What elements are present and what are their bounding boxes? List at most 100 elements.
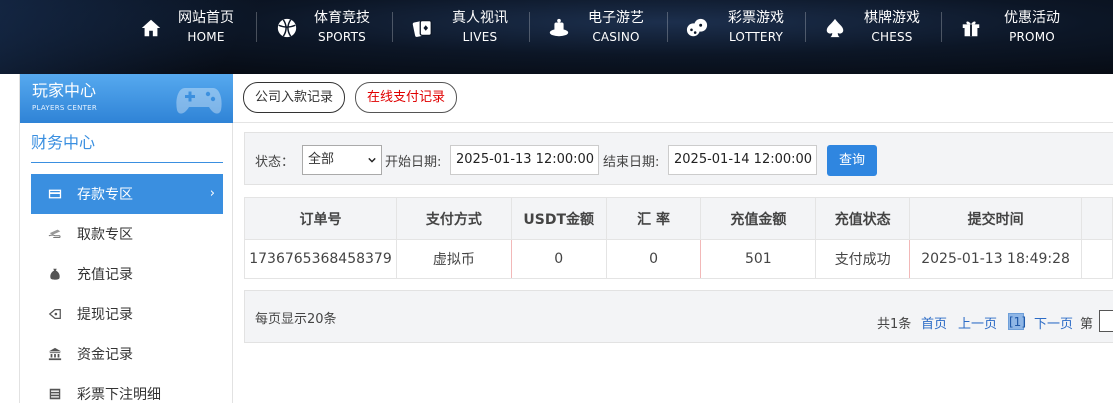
current-page[interactable]: [1] bbox=[1008, 313, 1026, 330]
home-icon bbox=[138, 15, 164, 41]
cash-icon bbox=[47, 226, 63, 242]
sidebar-item-label: 资金记录 bbox=[77, 347, 133, 363]
submit-time-cell: 2025-01-13 18:49:28 bbox=[909, 239, 1083, 279]
sidebar-subtitle: PLAYERS CENTER bbox=[32, 104, 98, 112]
gamepad-icon bbox=[176, 88, 222, 114]
nav-lives-sublabel: LIVES bbox=[462, 30, 498, 44]
gift-icon bbox=[958, 15, 984, 41]
recharge-amount-cell: 501 bbox=[700, 239, 817, 279]
nav-item-lives[interactable]: 真人视讯 LIVES bbox=[410, 8, 508, 48]
extra-cell bbox=[1081, 239, 1113, 279]
order-no-cell: 1736765368458379 bbox=[244, 239, 397, 279]
sidebar-item-recharge-records[interactable]: 充值记录 bbox=[31, 254, 223, 294]
player-center-sidebar: 玩家中心 PLAYERS CENTER 财务中心 存款专区 › 取款专区 充值记… bbox=[19, 74, 233, 403]
sidebar-item-label: 取款专区 bbox=[77, 227, 133, 243]
sidebar-item-label: 存款专区 bbox=[77, 187, 133, 203]
column-header-exchange-rate: 汇 率 bbox=[605, 197, 702, 240]
sidebar-item-fund-records[interactable]: 资金记录 bbox=[31, 334, 223, 374]
finance-center-heading: 财务中心 bbox=[31, 131, 223, 163]
total-count: 共1条 bbox=[877, 317, 912, 332]
nav-home-label: 网站首页 bbox=[178, 10, 234, 26]
nav-item-promo[interactable]: 优惠活动 PROMO bbox=[958, 8, 1060, 48]
pagination-bar: 每页显示20条 共1条 首页 上一页 [1] 下一页 第 bbox=[244, 290, 1113, 343]
nav-casino-sublabel: CASINO bbox=[592, 30, 640, 44]
sidebar-item-label: 充值记录 bbox=[77, 267, 133, 283]
sidebar-item-label: 彩票下注明细 bbox=[77, 387, 161, 403]
page-jump-label: 第 bbox=[1080, 317, 1094, 332]
usdt-amount-cell: 0 bbox=[510, 239, 607, 279]
nav-item-chess[interactable]: 棋牌游戏 CHESS bbox=[822, 8, 920, 48]
nav-chess-label: 棋牌游戏 bbox=[864, 10, 920, 26]
status-label: 状态： bbox=[255, 155, 295, 170]
next-page-link[interactable]: 下一页 bbox=[1034, 313, 1073, 332]
list-icon bbox=[47, 386, 63, 402]
nav-chess-sublabel: CHESS bbox=[871, 30, 913, 44]
search-button[interactable]: 查询 bbox=[827, 145, 877, 176]
nav-item-lottery[interactable]: 彩票游戏 LOTTERY bbox=[684, 8, 784, 48]
nav-home-sublabel: HOME bbox=[187, 30, 225, 44]
nav-item-sports[interactable]: 体育竞技 SPORTS bbox=[274, 8, 370, 48]
prev-page-link[interactable]: 上一页 bbox=[958, 313, 997, 332]
nav-sports-sublabel: SPORTS bbox=[318, 30, 366, 44]
sidebar-item-withdraw[interactable]: 取款专区 bbox=[31, 214, 223, 254]
column-header-recharge-status: 充值状态 bbox=[815, 197, 911, 240]
column-header-submit-time: 提交时间 bbox=[909, 197, 1083, 240]
column-header-order-no: 订单号 bbox=[244, 197, 397, 240]
dice-icon bbox=[684, 15, 710, 41]
nav-promo-sublabel: PROMO bbox=[1009, 30, 1055, 44]
nav-promo-label: 优惠活动 bbox=[1004, 10, 1060, 26]
table-row: 1736765368458379 虚拟币 0 0 501 支付成功 2025-0… bbox=[244, 239, 1113, 279]
chevron-down-icon bbox=[368, 157, 376, 163]
cards-icon bbox=[410, 15, 436, 41]
column-header-recharge-amount: 充值金额 bbox=[700, 197, 817, 240]
bank-icon bbox=[47, 346, 63, 362]
withdraw-icon bbox=[47, 306, 63, 322]
slot-icon bbox=[546, 15, 572, 41]
column-header-usdt-amount: USDT金额 bbox=[510, 197, 607, 240]
card-icon bbox=[47, 186, 63, 202]
sidebar-item-lottery-bets[interactable]: 彩票下注明细 bbox=[31, 374, 223, 403]
sidebar-item-withdraw-records[interactable]: 提现记录 bbox=[31, 294, 223, 334]
status-select-value: 全部 bbox=[308, 152, 335, 167]
sidebar-item-label: 提现记录 bbox=[77, 307, 133, 323]
spade-icon bbox=[822, 15, 848, 41]
column-header-extra bbox=[1081, 197, 1113, 240]
nav-sports-label: 体育竞技 bbox=[314, 10, 370, 26]
payment-method-cell: 虚拟币 bbox=[395, 239, 512, 279]
top-nav: 网站首页 HOME 体育竞技 SPORTS 真人视讯 LIVES 电子游艺 CA… bbox=[0, 0, 1113, 74]
divider bbox=[233, 122, 1113, 123]
nav-casino-label: 电子游艺 bbox=[588, 10, 644, 26]
status-select[interactable]: 全部 bbox=[302, 145, 382, 175]
nav-divider bbox=[256, 12, 257, 42]
nav-divider bbox=[805, 12, 806, 42]
nav-item-casino[interactable]: 电子游艺 CASINO bbox=[546, 8, 644, 48]
nav-lives-label: 真人视讯 bbox=[452, 10, 508, 26]
filter-bar: 状态： 全部 开始日期: 2025-01-13 12:00:00 结束日期: 2… bbox=[244, 132, 1113, 185]
end-date-input[interactable]: 2025-01-14 12:00:00 bbox=[668, 145, 817, 175]
per-page-info: 每页显示20条 bbox=[255, 312, 337, 327]
table-header-row: 订单号 支付方式 USDT金额 汇 率 充值金额 充值状态 提交时间 bbox=[244, 197, 1113, 240]
money-bag-icon bbox=[47, 266, 63, 282]
start-date-input[interactable]: 2025-01-13 12:00:00 bbox=[450, 145, 599, 175]
basketball-icon bbox=[274, 15, 300, 41]
sidebar-title: 玩家中心 bbox=[32, 81, 97, 100]
exchange-rate-cell: 0 bbox=[605, 239, 702, 279]
column-header-payment-method: 支付方式 bbox=[395, 197, 512, 240]
nav-divider bbox=[941, 12, 942, 42]
page-jump-input[interactable] bbox=[1099, 310, 1113, 332]
tab-company-deposit-records[interactable]: 公司入款记录 bbox=[243, 82, 345, 113]
chevron-right-icon: › bbox=[209, 186, 215, 201]
nav-divider bbox=[392, 12, 393, 42]
nav-lottery-label: 彩票游戏 bbox=[728, 10, 784, 26]
nav-lottery-sublabel: LOTTERY bbox=[728, 30, 784, 44]
sidebar-item-deposit[interactable]: 存款专区 › bbox=[31, 174, 223, 214]
tab-online-payment-records[interactable]: 在线支付记录 bbox=[355, 82, 457, 113]
nav-item-home[interactable]: 网站首页 HOME bbox=[138, 8, 234, 48]
sidebar-header: 玩家中心 PLAYERS CENTER bbox=[20, 74, 233, 123]
payment-records-table: 订单号 支付方式 USDT金额 汇 率 充值金额 充值状态 提交时间 17367… bbox=[244, 197, 1113, 279]
nav-divider bbox=[529, 12, 530, 42]
first-page-link[interactable]: 首页 bbox=[921, 313, 947, 332]
end-date-label: 结束日期: bbox=[603, 155, 660, 170]
start-date-label: 开始日期: bbox=[385, 155, 442, 170]
nav-divider bbox=[667, 12, 668, 42]
